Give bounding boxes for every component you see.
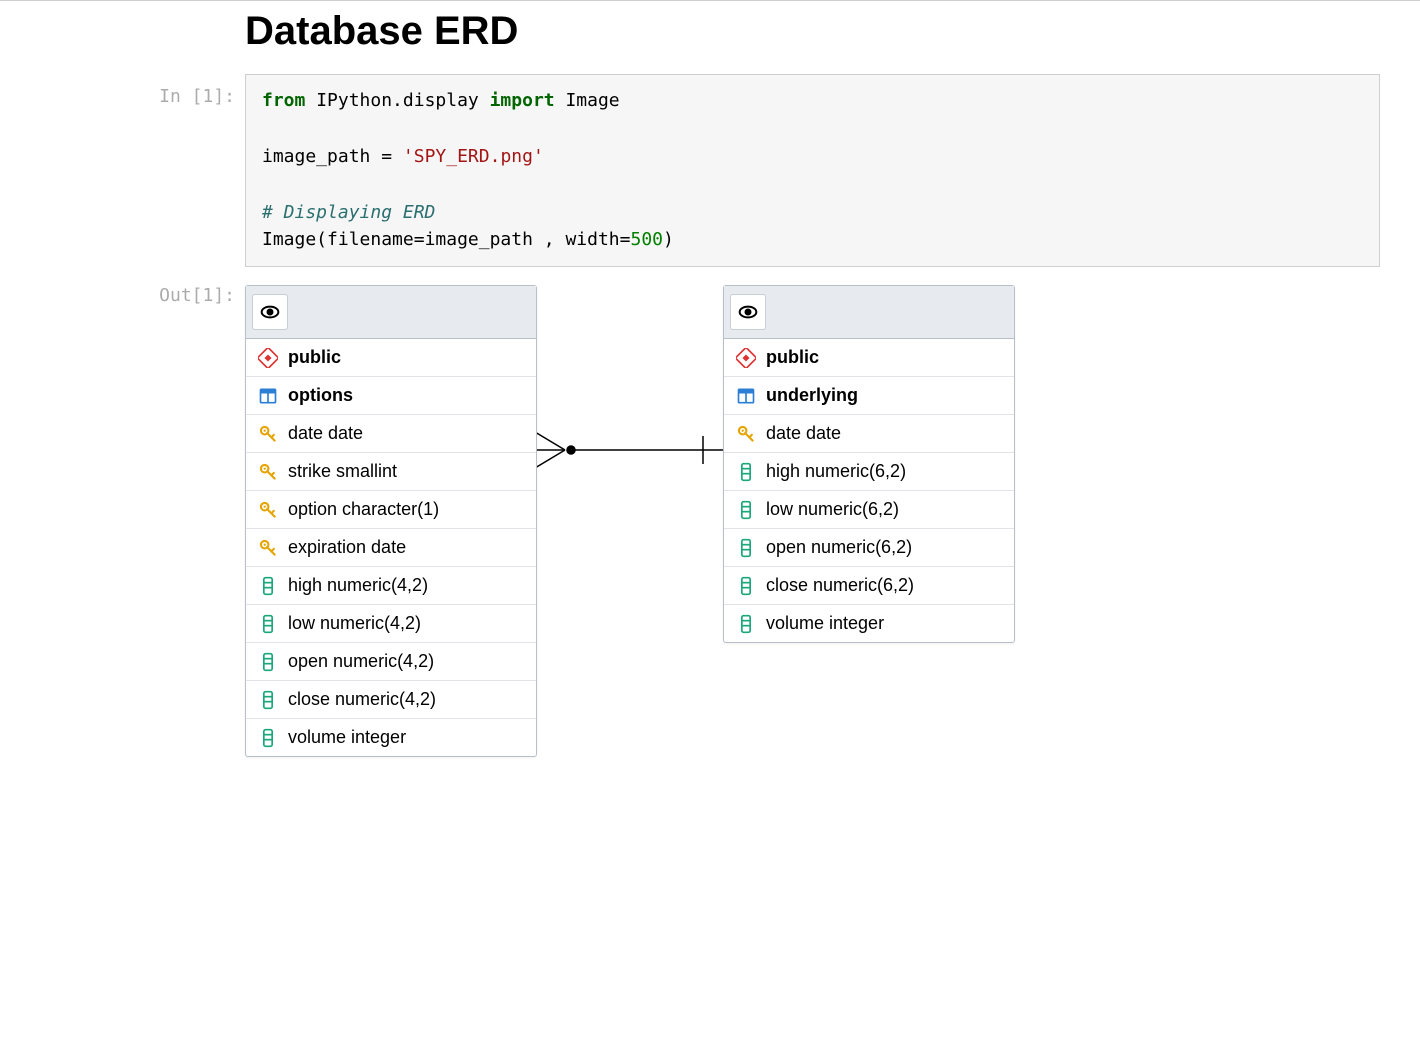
erd-column-text: low numeric(4,2)	[288, 613, 421, 634]
erd-column-text: high numeric(4,2)	[288, 575, 428, 596]
eye-icon	[730, 294, 766, 330]
string-literal: 'SPY_ERD.png'	[403, 146, 544, 167]
eye-icon	[252, 294, 288, 330]
erd-column-row: high numeric(6,2)	[724, 453, 1014, 491]
erd-column-text: open numeric(6,2)	[766, 537, 912, 558]
erd-schema-row: public	[724, 339, 1014, 377]
erd-column-text: close numeric(6,2)	[766, 575, 914, 596]
erd-column-row: close numeric(6,2)	[724, 567, 1014, 605]
column-icon	[736, 538, 756, 558]
erd-column-text: high numeric(6,2)	[766, 461, 906, 482]
erd-column-text: date date	[766, 423, 841, 444]
erd-column-row: high numeric(4,2)	[246, 567, 536, 605]
erd-column-row: open numeric(6,2)	[724, 529, 1014, 567]
column-icon	[736, 462, 756, 482]
erd-table: public underlying date date high numeric(6,…	[723, 285, 1015, 643]
table-icon	[736, 386, 756, 406]
column-icon	[258, 728, 278, 748]
column-icon	[258, 652, 278, 672]
output-prompt: Out[1]:	[100, 267, 245, 985]
column-icon	[258, 614, 278, 634]
erd-tablename-row: options	[246, 377, 536, 415]
table-icon	[258, 386, 278, 406]
input-cell: In [1]: from IPython.display import Imag…	[100, 74, 1380, 267]
erd-table: public options date date strike smallint opt…	[245, 285, 537, 757]
key-icon	[258, 462, 278, 482]
erd-column-text: open numeric(4,2)	[288, 651, 434, 672]
output-cell: Out[1]:	[100, 267, 1380, 985]
erd-schema-name: public	[766, 347, 819, 368]
erd-column-row: low numeric(6,2)	[724, 491, 1014, 529]
erd-table-header	[246, 286, 536, 339]
erd-column-row: volume integer	[724, 605, 1014, 642]
erd-column-row: open numeric(4,2)	[246, 643, 536, 681]
erd-column-text: low numeric(6,2)	[766, 499, 899, 520]
erd-column-row: date date	[246, 415, 536, 453]
schema-icon	[736, 348, 756, 368]
key-icon	[736, 424, 756, 444]
erd-table-name: underlying	[766, 385, 858, 406]
erd-column-text: option character(1)	[288, 499, 439, 520]
number-literal: 500	[630, 229, 663, 250]
key-icon	[258, 424, 278, 444]
key-icon	[258, 538, 278, 558]
code-comment: # Displaying ERD	[262, 202, 435, 223]
schema-icon	[258, 348, 278, 368]
erd-column-row: volume integer	[246, 719, 536, 756]
erd-schema-name: public	[288, 347, 341, 368]
erd-table-header	[724, 286, 1014, 339]
erd-column-row: date date	[724, 415, 1014, 453]
erd-column-row: strike smallint	[246, 453, 536, 491]
erd-relationship-line	[535, 430, 723, 470]
code-editor[interactable]: from IPython.display import Image image_…	[245, 74, 1380, 267]
column-icon	[736, 576, 756, 596]
input-prompt: In [1]:	[100, 74, 245, 267]
column-icon	[258, 690, 278, 710]
erd-column-text: close numeric(4,2)	[288, 689, 436, 710]
erd-column-row: close numeric(4,2)	[246, 681, 536, 719]
column-icon	[736, 500, 756, 520]
erd-column-text: expiration date	[288, 537, 406, 558]
erd-tablename-row: underlying	[724, 377, 1014, 415]
column-icon	[736, 614, 756, 634]
page-title: Database ERD	[245, 9, 1380, 54]
erd-column-text: volume integer	[288, 727, 406, 748]
erd-column-row: low numeric(4,2)	[246, 605, 536, 643]
erd-table-name: options	[288, 385, 353, 406]
erd-column-row: option character(1)	[246, 491, 536, 529]
erd-schema-row: public	[246, 339, 536, 377]
column-icon	[258, 576, 278, 596]
erd-diagram: public options date date strike smallint opt…	[245, 285, 1380, 985]
erd-column-text: volume integer	[766, 613, 884, 634]
keyword-import: import	[490, 90, 555, 111]
erd-column-row: expiration date	[246, 529, 536, 567]
keyword-from: from	[262, 90, 305, 111]
erd-column-text: strike smallint	[288, 461, 397, 482]
erd-column-text: date date	[288, 423, 363, 444]
key-icon	[258, 500, 278, 520]
